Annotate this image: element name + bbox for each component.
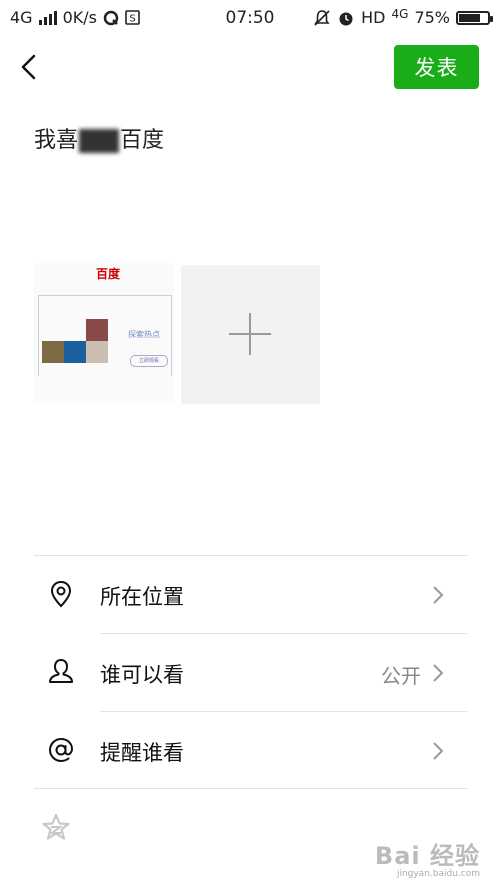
thumbnail-watch-button: 立即观看	[130, 355, 168, 367]
visibility-label: 谁可以看	[100, 663, 184, 687]
chevron-right-icon	[433, 664, 444, 682]
watermark-brand: Bai 经验	[374, 842, 480, 870]
alarm-icon	[339, 12, 353, 25]
add-photo-button[interactable]	[181, 265, 320, 404]
location-pin-icon	[50, 580, 72, 608]
post-text-after: 百度	[120, 128, 165, 153]
thumbnail-logo: 百度	[96, 267, 121, 281]
location-row[interactable]: 所在位置	[34, 556, 467, 634]
qzone-star-icon[interactable]	[40, 812, 72, 844]
chevron-left-icon	[21, 54, 36, 80]
chevron-right-icon	[433, 742, 444, 760]
publish-button[interactable]: 发表	[394, 45, 479, 89]
thumbnail-swatch	[86, 319, 108, 341]
divider	[34, 788, 467, 789]
thumbnail-swatch	[42, 341, 64, 363]
person-icon	[49, 659, 73, 683]
status-right: HD 4G 75%	[313, 6, 493, 27]
battery-icon	[456, 10, 493, 25]
visibility-value: 公开	[381, 664, 421, 688]
redacted-text	[79, 129, 120, 153]
hd-indicator: HD	[361, 8, 386, 27]
mention-row[interactable]: 提醒谁看	[34, 712, 467, 790]
network-type-right: 4G	[391, 6, 409, 21]
post-text-before: 我喜	[34, 128, 79, 153]
thumbnail-swatch	[86, 341, 108, 363]
battery-percent: 75%	[414, 8, 450, 27]
thumbnail-caption: 探索热点	[128, 330, 160, 339]
location-label: 所在位置	[100, 585, 184, 609]
chevron-right-icon	[433, 586, 444, 604]
plus-icon-vertical	[249, 313, 251, 355]
at-sign-icon	[48, 737, 74, 763]
back-button[interactable]	[14, 50, 44, 84]
photo-thumbnail[interactable]: 百度 探索热点 立即观看	[34, 263, 174, 403]
bell-muted-icon	[314, 9, 330, 26]
status-bar: 4G 0K/s S 07:50 HD 4G 75%	[0, 0, 500, 36]
mention-label: 提醒谁看	[100, 741, 184, 765]
thumbnail-swatch	[64, 341, 86, 363]
baidu-watermark: Bai 经验 jingyan.baidu.com	[375, 836, 480, 879]
post-text-input[interactable]: 我喜 百度	[34, 122, 164, 154]
visibility-row[interactable]: 谁可以看 公开	[34, 634, 467, 712]
